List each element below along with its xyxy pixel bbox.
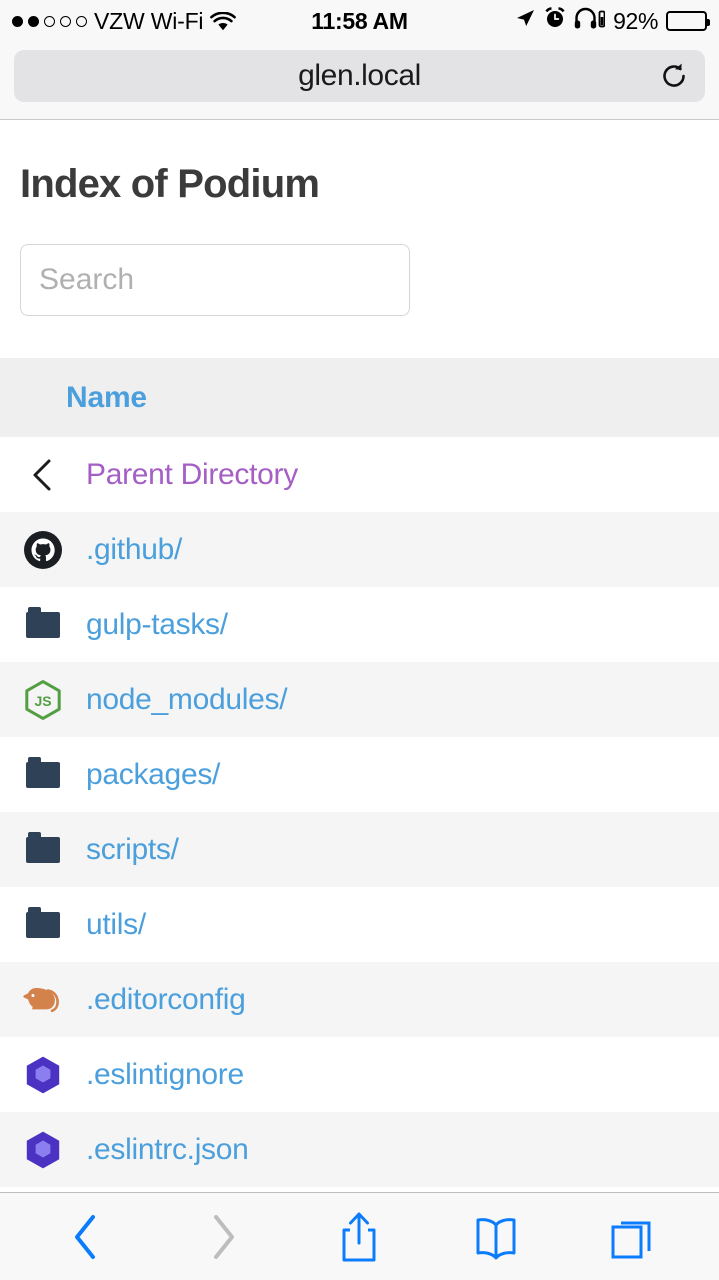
signal-dot-5 — [76, 15, 87, 27]
url-text: glen.local — [298, 58, 421, 92]
listing-row-link[interactable]: node_modules/ — [86, 683, 288, 717]
signal-dot-3 — [44, 15, 55, 27]
phone-screen: VZW Wi-Fi 11:58 AM 92% glen.local Index … — [0, 0, 719, 1280]
signal-dot-4 — [60, 15, 71, 27]
status-bar: VZW Wi-Fi 11:58 AM 92% — [0, 0, 719, 42]
editorconfig-icon — [20, 981, 66, 1019]
share-icon[interactable] — [324, 1206, 394, 1268]
clock: 11:58 AM — [311, 7, 408, 34]
bookmarks-book-icon[interactable] — [461, 1206, 531, 1268]
web-page-content: Index of Podium Name Parent Directory .gi… — [0, 120, 719, 1192]
signal-dot-2 — [28, 15, 39, 27]
page-title: Index of Podium — [20, 162, 320, 206]
listing-row[interactable]: scripts/ — [0, 812, 719, 887]
status-bar-right: 92% — [408, 7, 710, 35]
browser-address-bar-container: glen.local — [0, 42, 719, 120]
listing-row[interactable]: utils/ — [0, 887, 719, 962]
github-icon — [20, 530, 66, 570]
nodejs-icon: JS — [20, 679, 66, 721]
address-bar[interactable]: glen.local — [14, 49, 705, 102]
listing-row[interactable]: .editorconfig — [0, 962, 719, 1037]
headphones-icon — [574, 7, 606, 35]
listing-row[interactable]: .github/ — [0, 512, 719, 587]
folder-icon — [20, 756, 66, 788]
status-bar-left: VZW Wi-Fi — [12, 8, 311, 35]
listing-header-row: Name — [0, 358, 719, 437]
listing-row-link[interactable]: .eslintrc.json — [86, 1133, 249, 1167]
listing-row-link[interactable]: utils/ — [86, 908, 146, 942]
battery-icon — [666, 11, 710, 31]
listing-row[interactable]: gulp-tasks/ — [0, 587, 719, 662]
signal-dot-1 — [12, 15, 23, 27]
listing-row[interactable]: .eslintrc.json — [0, 1112, 719, 1187]
listing-row-link[interactable]: .github/ — [86, 533, 182, 567]
battery-percent-label: 92% — [613, 7, 658, 34]
reload-icon[interactable] — [657, 59, 691, 93]
listing-row[interactable]: JS node_modules/ — [0, 662, 719, 737]
folder-icon — [20, 906, 66, 938]
listing-row-link[interactable]: packages/ — [86, 758, 220, 792]
listing-rows: Parent Directory .github/gulp-tasks/JS nod… — [0, 437, 719, 1187]
listing-row-link[interactable]: gulp-tasks/ — [86, 608, 228, 642]
listing-row-link[interactable]: .eslintignore — [86, 1058, 244, 1092]
listing-row[interactable]: .eslintignore — [0, 1037, 719, 1112]
browser-toolbar — [0, 1192, 719, 1280]
folder-icon — [20, 606, 66, 638]
folder-icon — [20, 831, 66, 863]
forward-chevron-icon — [188, 1206, 258, 1268]
wifi-icon — [210, 11, 237, 31]
listing-row-link[interactable]: Parent Directory — [86, 458, 298, 492]
eslint-icon — [20, 1129, 66, 1171]
listing-row-link[interactable]: scripts/ — [86, 833, 179, 867]
chevron-left-icon — [20, 458, 66, 492]
alarm-clock-icon — [544, 7, 566, 35]
back-chevron-icon[interactable] — [51, 1206, 121, 1268]
listing-row[interactable]: Parent Directory — [0, 437, 719, 512]
eslint-icon — [20, 1054, 66, 1096]
svg-text:JS: JS — [34, 693, 51, 709]
search-container — [0, 207, 719, 316]
column-header-name[interactable]: Name — [66, 381, 147, 415]
tabs-icon[interactable] — [598, 1206, 668, 1268]
listing-row-link[interactable]: .editorconfig — [86, 983, 246, 1017]
search-input[interactable] — [20, 244, 410, 316]
listing-row[interactable]: packages/ — [0, 737, 719, 812]
location-arrow-icon — [514, 7, 536, 35]
cellular-signal-dots — [12, 15, 87, 27]
directory-listing: Name Parent Directory .github/gulp-tasks/… — [0, 358, 719, 1187]
carrier-label: VZW Wi-Fi — [94, 7, 204, 34]
